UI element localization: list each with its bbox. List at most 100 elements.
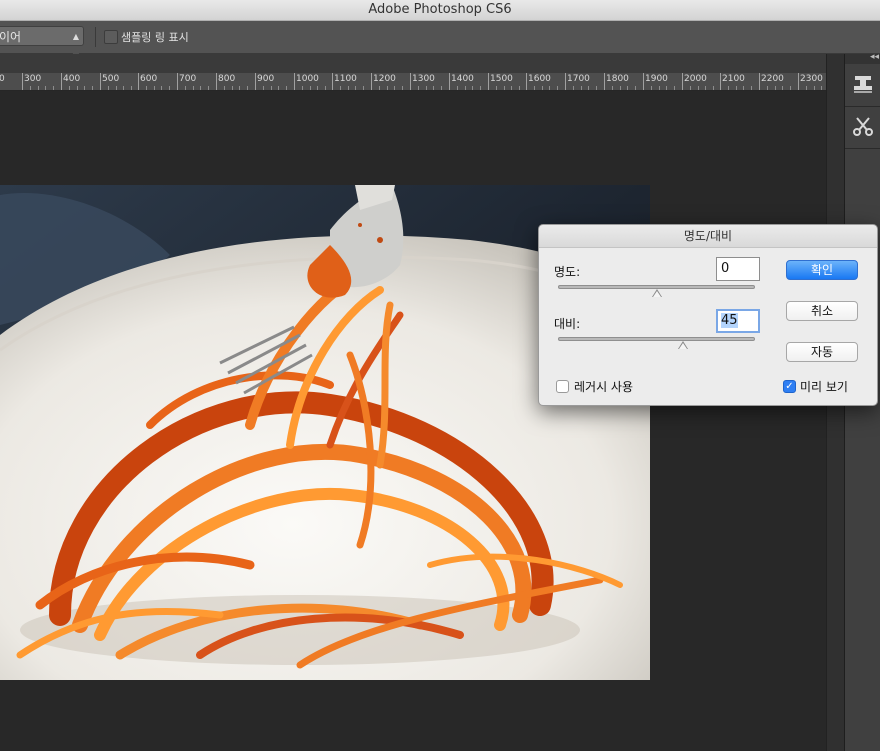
ruler-major-tick <box>371 73 372 90</box>
ruler-minor-tick <box>698 86 699 90</box>
ruler-minor-tick <box>588 86 589 90</box>
ruler-minor-tick <box>123 86 124 90</box>
ruler-major-tick <box>449 73 450 90</box>
ruler-minor-tick <box>736 86 737 90</box>
ruler-tick-label: 0 <box>0 74 5 84</box>
ruler-minor-tick <box>355 86 356 90</box>
ruler-major-tick <box>332 73 333 90</box>
ruler-minor-tick <box>519 86 520 90</box>
clone-stamp-panel-button[interactable] <box>849 70 880 100</box>
ruler-minor-tick <box>418 86 419 90</box>
ruler-tick-label: 1000 <box>296 74 319 84</box>
ruler-minor-tick <box>557 86 558 90</box>
ruler-minor-tick <box>814 86 815 90</box>
ruler-major-tick <box>565 73 566 90</box>
ruler-minor-tick <box>340 86 341 90</box>
ruler-minor-tick <box>705 86 706 90</box>
ruler-minor-tick <box>146 86 147 90</box>
ruler-minor-tick <box>161 86 162 90</box>
legacy-checkbox[interactable] <box>556 380 569 393</box>
ruler-minor-tick <box>394 86 395 90</box>
collapse-panels-icon[interactable]: ◂◂ <box>870 52 879 62</box>
ruler-minor-tick <box>659 86 660 90</box>
ruler-tick-label: 2200 <box>761 74 784 84</box>
ruler-minor-tick <box>302 86 303 90</box>
panel-dock-header[interactable]: ◂◂ <box>845 52 880 64</box>
show-sampling-ring-checkbox[interactable] <box>104 30 118 44</box>
ruler-major-tick <box>720 73 721 90</box>
ruler-minor-tick <box>782 86 783 90</box>
app-title: Adobe Photoshop CS6 <box>368 2 512 17</box>
ruler-minor-tick <box>92 86 93 90</box>
ruler-minor-tick <box>627 86 628 90</box>
brightness-contrast-dialog: 명도/대비 명도: 0 대비: 45 레거시 사용 확인 취소 자동 ✓ 미리 … <box>538 224 878 406</box>
panel-divider <box>845 148 880 149</box>
ruler-minor-tick <box>224 86 225 90</box>
ruler-minor-tick <box>441 86 442 90</box>
ruler-minor-tick <box>751 86 752 90</box>
ruler-minor-tick <box>465 86 466 90</box>
ruler-minor-tick <box>363 86 364 90</box>
ruler-tick-label: 1400 <box>451 74 474 84</box>
ruler-minor-tick <box>208 86 209 90</box>
cancel-button[interactable]: 취소 <box>786 301 858 321</box>
ruler-minor-tick <box>728 86 729 90</box>
ruler-major-tick <box>682 73 683 90</box>
ruler-minor-tick <box>53 86 54 90</box>
ruler-tick-label: 1300 <box>412 74 435 84</box>
contrast-slider-thumb[interactable] <box>678 341 688 349</box>
ruler-major-tick <box>488 73 489 90</box>
contrast-input[interactable]: 45 <box>716 309 760 333</box>
ruler-minor-tick <box>193 86 194 90</box>
ruler-minor-tick <box>806 86 807 90</box>
auto-button[interactable]: 자동 <box>786 342 858 362</box>
ruler-minor-tick <box>496 86 497 90</box>
ok-button[interactable]: 확인 <box>786 260 858 280</box>
ruler-tick-label: 1900 <box>645 74 668 84</box>
ruler-minor-tick <box>534 86 535 90</box>
contrast-slider-track[interactable] <box>558 337 755 341</box>
tool-presets-panel-button[interactable] <box>849 112 880 142</box>
ruler-major-tick <box>526 73 527 90</box>
ruler-minor-tick <box>821 86 822 90</box>
ruler-major-tick <box>759 73 760 90</box>
ruler-minor-tick <box>581 86 582 90</box>
ruler-major-tick <box>22 73 23 90</box>
preview-checkbox[interactable]: ✓ <box>783 380 796 393</box>
brightness-input[interactable]: 0 <box>716 257 760 281</box>
brightness-slider-thumb[interactable] <box>652 289 662 297</box>
panel-divider <box>845 106 880 107</box>
ruler-minor-tick <box>379 86 380 90</box>
brightness-label: 명도: <box>554 265 581 279</box>
contrast-value-selected: 45 <box>721 313 738 328</box>
ruler-tick-label: 300 <box>24 74 42 84</box>
ruler-minor-tick <box>542 86 543 90</box>
ruler-tick-label: 1800 <box>606 74 629 84</box>
ruler-tick-label: 2100 <box>722 74 745 84</box>
ruler-minor-tick <box>402 86 403 90</box>
ruler-minor-tick <box>247 86 248 90</box>
ruler-minor-tick <box>325 86 326 90</box>
ruler-minor-tick <box>775 86 776 90</box>
options-divider <box>95 27 96 47</box>
ruler-major-tick <box>410 73 411 90</box>
ruler-major-tick <box>61 73 62 90</box>
scissors-icon <box>853 117 873 136</box>
ruler-major-tick <box>216 73 217 90</box>
ruler-minor-tick <box>239 86 240 90</box>
ruler-minor-tick <box>278 86 279 90</box>
ruler-major-tick <box>643 73 644 90</box>
ruler-major-tick <box>798 73 799 90</box>
ruler-minor-tick <box>38 86 39 90</box>
ruler-minor-tick <box>573 86 574 90</box>
ruler-minor-tick <box>310 86 311 90</box>
legacy-label: 레거시 사용 <box>574 380 634 394</box>
ruler-minor-tick <box>154 86 155 90</box>
ruler-minor-tick <box>472 86 473 90</box>
horizontal-ruler: 0 300 400 500 600 700 800 900 1000 1100 1200 1300 14… <box>0 73 826 91</box>
ruler-minor-tick <box>271 86 272 90</box>
sample-select[interactable]: 이어 ▲▼ <box>0 26 84 61</box>
ruler-minor-tick <box>185 86 186 90</box>
ruler-tick-label: 600 <box>140 74 158 84</box>
ruler-tick-label: 1100 <box>334 74 357 84</box>
